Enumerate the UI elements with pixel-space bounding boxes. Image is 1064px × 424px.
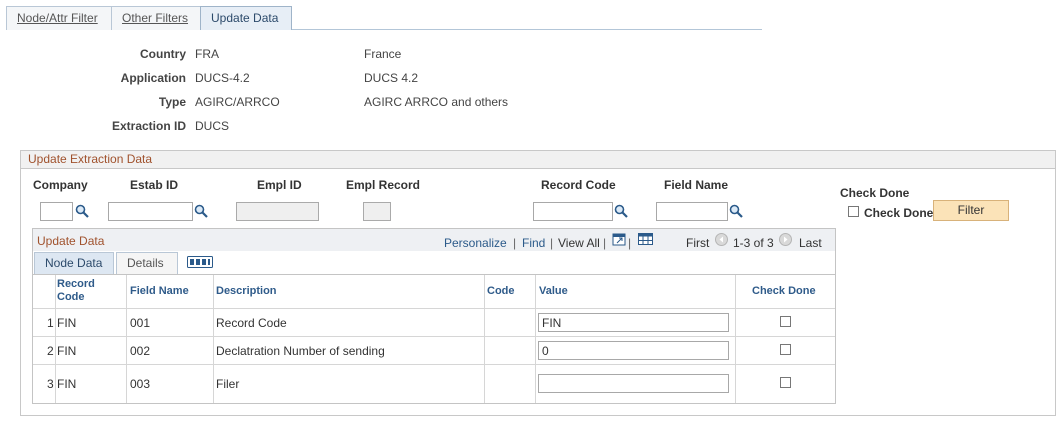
application-code: DUCS-4.2	[195, 71, 250, 85]
row-record-code: FIN	[57, 316, 77, 330]
type-code: AGIRC/ARRCO	[195, 95, 280, 109]
check-done-label: Check Done	[864, 206, 934, 220]
first-label: First	[686, 236, 710, 250]
country-name: France	[364, 47, 402, 61]
divider	[213, 275, 214, 403]
filter-button[interactable]: Filter	[933, 200, 1009, 221]
group-title: Update Extraction Data	[20, 150, 1056, 169]
field-name-input[interactable]	[656, 202, 728, 221]
row-field-name: 001	[130, 316, 151, 330]
tab-node-data[interactable]: Node Data	[34, 252, 114, 274]
find-link[interactable]: Find	[522, 236, 545, 250]
application-label: Application	[120, 71, 186, 85]
new-window-icon[interactable]	[612, 233, 626, 249]
empl-id-input	[236, 202, 319, 221]
record-code-lookup-icon[interactable]	[614, 204, 628, 221]
row-value-input[interactable]	[538, 374, 729, 393]
col-record-code: Record Code	[57, 278, 95, 303]
tab-details[interactable]: Details	[116, 252, 178, 274]
separator: |	[628, 236, 632, 250]
right-arrow-icon[interactable]	[779, 233, 792, 249]
record-code-label: Record Code	[541, 178, 616, 192]
divider	[126, 275, 127, 403]
row-check-done-checkbox[interactable]	[780, 344, 791, 355]
company-label: Company	[33, 178, 88, 192]
row-value-input[interactable]	[538, 341, 729, 360]
row-check-done-checkbox[interactable]	[780, 316, 791, 327]
empl-record-input	[363, 202, 391, 221]
check-done-header: Check Done	[840, 186, 910, 200]
col-check-done: Check Done	[752, 285, 816, 297]
col-field-name: Field Name	[130, 285, 189, 297]
row-description: Declatration Number of sending	[216, 344, 385, 358]
row-field-name: 003	[130, 377, 151, 391]
empl-record-label: Empl Record	[346, 178, 421, 192]
left-arrow-icon[interactable]	[715, 233, 728, 249]
application-name: DUCS 4.2	[364, 71, 419, 85]
last-label: Last	[799, 236, 822, 250]
estab-id-input[interactable]	[108, 202, 193, 221]
type-label: Type	[158, 95, 186, 109]
empl-id-label: Empl ID	[257, 178, 302, 192]
divider	[33, 336, 835, 337]
separator: |	[550, 236, 554, 250]
row-number: 3	[47, 377, 54, 391]
divider	[33, 274, 835, 275]
divider	[535, 275, 536, 403]
show-all-columns-icon[interactable]	[187, 256, 213, 271]
separator: |	[603, 236, 607, 250]
col-description: Description	[216, 285, 277, 297]
company-lookup-icon[interactable]	[75, 204, 89, 221]
row-field-name: 002	[130, 344, 151, 358]
col-code: Code	[487, 285, 515, 297]
page-tabs: Node/Attr Filter Other Filters Update Da…	[6, 6, 762, 30]
personalize-link[interactable]: Personalize	[444, 236, 507, 250]
divider	[33, 364, 835, 365]
estab-id-lookup-icon[interactable]	[194, 204, 208, 221]
divider	[735, 275, 736, 403]
grid-title: Update Data	[37, 234, 105, 248]
view-all-link[interactable]: View All	[558, 236, 600, 250]
company-input[interactable]	[40, 202, 73, 221]
divider	[484, 275, 485, 403]
grid-download-icon[interactable]	[638, 233, 653, 248]
tab-update-data[interactable]: Update Data	[200, 6, 292, 30]
estab-id-label: Estab ID	[130, 178, 179, 192]
check-done-checkbox[interactable]	[848, 206, 859, 217]
separator: |	[513, 236, 517, 250]
row-value-input[interactable]	[538, 313, 729, 332]
tab-other-filters[interactable]: Other Filters	[111, 6, 201, 30]
country-code: FRA	[195, 47, 219, 61]
row-description: Filer	[216, 377, 240, 391]
col-value: Value	[539, 285, 568, 297]
row-number: 1	[47, 316, 54, 330]
row-record-code: FIN	[57, 377, 77, 391]
extraction-id-value: DUCS	[195, 119, 230, 133]
row-check-done-checkbox[interactable]	[780, 377, 791, 388]
type-name: AGIRC ARRCO and others	[364, 95, 509, 109]
country-label: Country	[140, 47, 186, 61]
field-name-lookup-icon[interactable]	[729, 204, 743, 221]
divider	[33, 308, 835, 309]
row-number: 2	[47, 344, 54, 358]
record-code-input[interactable]	[533, 202, 613, 221]
divider	[55, 275, 56, 403]
row-range: 1-3 of 3	[733, 236, 774, 250]
field-name-label: Field Name	[664, 178, 729, 192]
tab-node-attr-filter[interactable]: Node/Attr Filter	[6, 6, 112, 30]
extraction-id-label: Extraction ID	[111, 119, 186, 133]
row-record-code: FIN	[57, 344, 77, 358]
row-description: Record Code	[216, 316, 287, 330]
